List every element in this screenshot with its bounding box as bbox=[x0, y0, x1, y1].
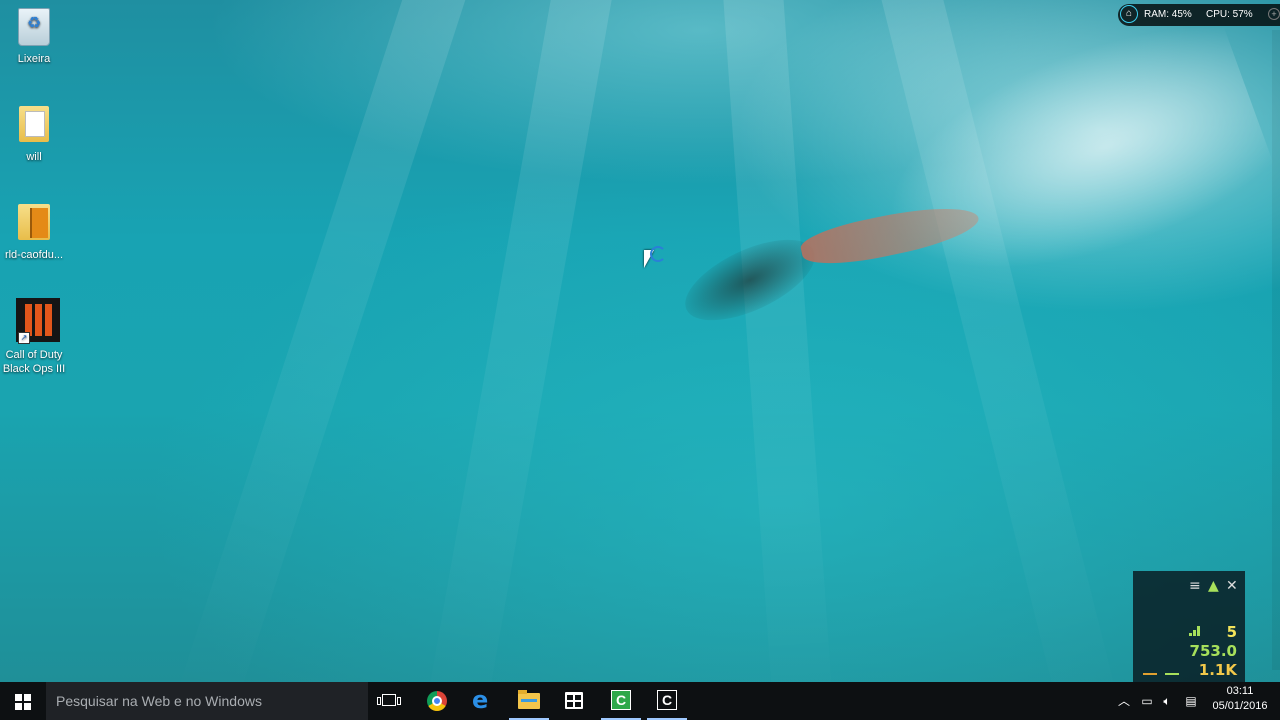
system-monitor-widget[interactable]: ⌂ RAM: 45% CPU: 57% + bbox=[1118, 4, 1280, 26]
desktop-icon-label: will bbox=[26, 151, 42, 163]
ping-value: 5 bbox=[1226, 623, 1237, 641]
start-button[interactable] bbox=[0, 682, 46, 720]
network-tray-button[interactable]: ▭ bbox=[1137, 682, 1157, 720]
action-center-button[interactable]: ▤ bbox=[1180, 682, 1202, 720]
upload-indicator bbox=[1143, 673, 1157, 675]
taskbar-edge[interactable]: e bbox=[460, 682, 506, 720]
taskbar-camtasia-recorder[interactable]: C bbox=[644, 682, 690, 720]
download-indicator bbox=[1165, 673, 1179, 675]
monitor-gauge-icon: ⌂ bbox=[1120, 5, 1138, 23]
search-input[interactable]: Pesquisar na Web e no Windows bbox=[46, 682, 368, 720]
desktop-icon-label: Lixeira bbox=[17, 53, 51, 65]
clock-time: 03:11 bbox=[1226, 685, 1254, 697]
desktop-icon-will[interactable]: will bbox=[0, 106, 68, 164]
game-shortcut-icon: ↗ bbox=[16, 298, 60, 344]
expand-icon[interactable]: + bbox=[1268, 8, 1280, 20]
chrome-icon bbox=[427, 691, 447, 711]
collapse-up-icon[interactable]: ▲ bbox=[1208, 579, 1219, 593]
task-view-icon bbox=[377, 694, 401, 706]
network-icon: ▭ bbox=[1141, 694, 1153, 708]
desktop-wallpaper: Lixeira will rld-caofdu... ↗ Call of Dut… bbox=[0, 0, 1280, 682]
store-icon bbox=[565, 692, 583, 709]
folder-document-icon bbox=[16, 106, 52, 146]
light-ray bbox=[174, 0, 479, 682]
shortcut-arrow-icon: ↗ bbox=[18, 332, 30, 344]
desktop-icon-call-of-duty[interactable]: ↗ Call of Duty Black Ops III bbox=[0, 298, 68, 376]
folder-icon bbox=[16, 204, 52, 244]
taskbar-chrome[interactable] bbox=[414, 682, 460, 720]
cpu-usage: CPU: 57% bbox=[1206, 9, 1253, 20]
notification-icon: ▤ bbox=[1185, 694, 1197, 708]
taskbar-file-explorer[interactable] bbox=[506, 682, 552, 720]
light-ray bbox=[421, 0, 620, 682]
edge-icon: e bbox=[472, 686, 489, 714]
menu-icon[interactable]: ≡ bbox=[1189, 579, 1201, 593]
taskbar-clock[interactable]: 03:11 05/01/2016 bbox=[1206, 684, 1274, 718]
windows-logo-icon bbox=[15, 694, 31, 710]
edge-scroll-strip bbox=[1272, 30, 1280, 670]
task-view-button[interactable] bbox=[367, 682, 413, 720]
busy-spinner-icon bbox=[650, 246, 666, 262]
ping-bars-icon bbox=[1189, 626, 1203, 636]
traffic-value: 1.1K bbox=[1198, 661, 1237, 679]
recycle-bin-icon bbox=[16, 8, 52, 48]
show-hidden-icons-button[interactable]: ︿ bbox=[1116, 682, 1132, 720]
desktop-icon-rld-folder[interactable]: rld-caofdu... bbox=[0, 204, 68, 262]
close-icon[interactable]: ✕ bbox=[1226, 579, 1238, 593]
ram-usage: RAM: 45% bbox=[1144, 9, 1192, 20]
clock-date: 05/01/2016 bbox=[1212, 700, 1268, 712]
file-explorer-icon bbox=[518, 690, 540, 709]
bandwidth-value: 753.0 bbox=[1189, 642, 1237, 660]
desktop-icon-label: rld-caofdu... bbox=[4, 249, 64, 261]
taskbar-store[interactable] bbox=[551, 682, 597, 720]
chevron-up-icon: ︿ bbox=[1117, 694, 1130, 708]
taskbar-camtasia[interactable]: C bbox=[598, 682, 644, 720]
camtasia-recorder-icon: C bbox=[657, 690, 677, 710]
desktop-icon-recycle-bin[interactable]: Lixeira bbox=[0, 8, 68, 66]
speaker-icon: 🔈︎ bbox=[1163, 694, 1171, 708]
performance-overlay-widget: ≡ ▲ ✕ 5 753.0 1.1K bbox=[1133, 571, 1245, 682]
light-ray bbox=[720, 0, 836, 682]
volume-tray-button[interactable]: 🔈︎ bbox=[1158, 682, 1176, 720]
desktop-icon-label: Call of Duty Black Ops III bbox=[2, 349, 66, 375]
camtasia-icon: C bbox=[611, 690, 631, 710]
